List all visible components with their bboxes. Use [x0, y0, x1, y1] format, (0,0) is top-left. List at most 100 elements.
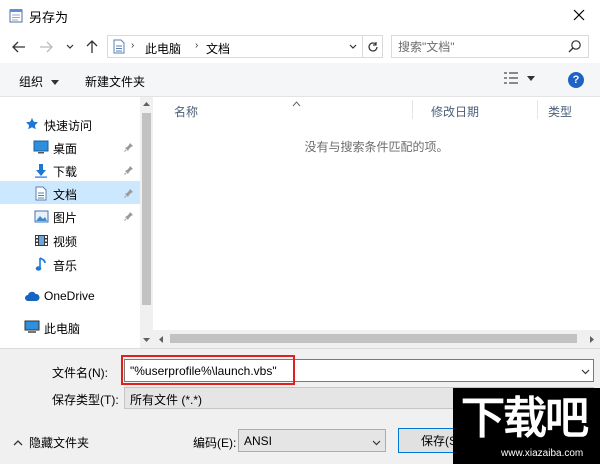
- filetype-value: 所有文件 (*.*): [130, 393, 203, 407]
- forward-arrow-icon: [40, 41, 53, 53]
- column-header-type[interactable]: 类型: [538, 97, 600, 122]
- column-header-name[interactable]: 名称: [153, 97, 413, 122]
- up-button[interactable]: [82, 37, 102, 57]
- download-icon: [33, 162, 49, 178]
- column-header-label: 修改日期: [431, 105, 480, 119]
- navigation-pane: 快速访问 桌面 下载 文档 图片 视频 音乐 OneDrive 此电脑: [0, 97, 153, 348]
- search-box[interactable]: [391, 35, 589, 58]
- search-input[interactable]: [398, 39, 558, 54]
- pin-icon[interactable]: [124, 187, 134, 201]
- sidebar-item-label: OneDrive: [44, 289, 95, 303]
- scroll-thumb[interactable]: [170, 334, 577, 343]
- pictures-icon: [33, 208, 49, 224]
- sidebar-scrollbar[interactable]: [140, 97, 153, 348]
- sidebar-item-documents[interactable]: 文档: [0, 181, 140, 204]
- organize-label: 组织: [19, 75, 44, 89]
- address-dropdown-button[interactable]: [344, 36, 362, 57]
- caret-down-icon: [51, 80, 60, 86]
- breadcrumb-this-pc[interactable]: 此电脑: [145, 40, 181, 57]
- close-icon: [573, 9, 585, 21]
- notepad-icon: [9, 8, 23, 23]
- chevron-down-icon: [349, 44, 357, 49]
- details-view-icon: [504, 72, 518, 84]
- pin-icon[interactable]: [124, 210, 134, 224]
- change-view-button[interactable]: [503, 71, 535, 85]
- sidebar-item-this-pc[interactable]: 此电脑: [0, 315, 140, 338]
- forward-button[interactable]: [36, 37, 56, 57]
- filetype-label: 保存类型(T):: [52, 393, 119, 407]
- scroll-down-button[interactable]: [140, 333, 153, 347]
- chevron-down-icon: [143, 338, 150, 342]
- pin-icon[interactable]: [124, 164, 134, 178]
- up-arrow-icon: [86, 40, 98, 53]
- encoding-dropdown-button[interactable]: [372, 435, 381, 449]
- document-icon: [113, 39, 125, 57]
- help-button[interactable]: ?: [568, 72, 584, 88]
- sidebar-item-label: 此电脑: [44, 322, 81, 336]
- sidebar-item-label: 音乐: [53, 259, 78, 273]
- chevron-left-icon: [159, 335, 163, 343]
- chevron-down-icon: [581, 369, 590, 375]
- search-icon[interactable]: [568, 39, 582, 56]
- pin-icon[interactable]: [124, 141, 134, 155]
- navigation-bar: › 此电脑 › 文档: [0, 31, 600, 63]
- organize-button[interactable]: 组织: [19, 73, 60, 90]
- sidebar-item-label: 桌面: [53, 142, 78, 156]
- hide-folders-label: 隐藏文件夹: [29, 436, 90, 450]
- chevron-up-icon: [13, 440, 23, 446]
- encoding-label: 编码(E):: [193, 436, 237, 450]
- encoding-select[interactable]: ANSI: [238, 429, 386, 452]
- refresh-button[interactable]: [362, 36, 382, 57]
- help-icon: ?: [572, 74, 580, 86]
- chevron-right-icon: [590, 335, 594, 343]
- sidebar-item-onedrive[interactable]: OneDrive: [0, 284, 140, 307]
- chevron-up-icon: [143, 102, 150, 106]
- back-button[interactable]: [9, 37, 29, 57]
- computer-icon: [24, 319, 40, 335]
- sidebar-item-music[interactable]: 音乐: [0, 252, 140, 275]
- sidebar-item-downloads[interactable]: 下载: [0, 158, 140, 181]
- scroll-right-button[interactable]: [584, 330, 600, 348]
- filename-dropdown-button[interactable]: [581, 364, 590, 378]
- desktop-icon: [33, 139, 49, 155]
- watermark-logo: 下载吧 www.xiazaiba.com: [453, 388, 600, 464]
- window-title: 另存为: [29, 10, 69, 25]
- filename-label: 文件名(N):: [52, 366, 108, 380]
- breadcrumb-documents[interactable]: 文档: [206, 40, 230, 57]
- sidebar-item-label: 视频: [53, 235, 78, 249]
- chevron-right-icon: ›: [195, 40, 199, 51]
- sidebar-item-pictures[interactable]: 图片: [0, 204, 140, 227]
- watermark-site: www.xiazaiba.com: [501, 448, 584, 459]
- cloud-icon: [24, 288, 40, 304]
- filename-combobox[interactable]: [124, 359, 594, 382]
- scroll-left-button[interactable]: [153, 330, 169, 348]
- file-list-scrollbar[interactable]: [153, 330, 600, 348]
- sidebar-item-label: 图片: [53, 211, 78, 225]
- filename-input[interactable]: [130, 363, 570, 379]
- scroll-up-button[interactable]: [140, 97, 153, 111]
- hide-folders-toggle[interactable]: 隐藏文件夹: [13, 434, 89, 451]
- new-folder-button[interactable]: 新建文件夹: [85, 73, 145, 90]
- document-icon: [33, 185, 49, 201]
- column-header-label: 类型: [548, 105, 573, 119]
- chevron-down-icon: [372, 440, 381, 446]
- caret-down-icon: [527, 75, 535, 81]
- scroll-thumb[interactable]: [142, 113, 151, 305]
- sidebar-item-quick-access[interactable]: 快速访问: [0, 112, 140, 135]
- videos-icon: [33, 232, 49, 248]
- title-bar: 另存为: [0, 0, 600, 31]
- recent-locations-button[interactable]: [60, 37, 80, 57]
- close-button[interactable]: [566, 4, 592, 26]
- refresh-icon: [367, 41, 378, 52]
- chevron-down-icon: [66, 44, 74, 49]
- sidebar-item-label: 快速访问: [44, 119, 93, 133]
- address-bar[interactable]: › 此电脑 › 文档: [107, 35, 383, 58]
- sidebar-item-desktop[interactable]: 桌面: [0, 135, 140, 158]
- column-header-date-modified[interactable]: 修改日期: [413, 97, 538, 122]
- sidebar-item-label: 下载: [53, 165, 78, 179]
- sidebar-item-videos[interactable]: 视频: [0, 228, 140, 251]
- star-icon: [24, 116, 40, 132]
- sidebar-item-label: 文档: [53, 188, 78, 202]
- back-arrow-icon: [12, 41, 25, 53]
- file-list: 名称 修改日期 类型 没有与搜索条件匹配的项。: [153, 97, 600, 348]
